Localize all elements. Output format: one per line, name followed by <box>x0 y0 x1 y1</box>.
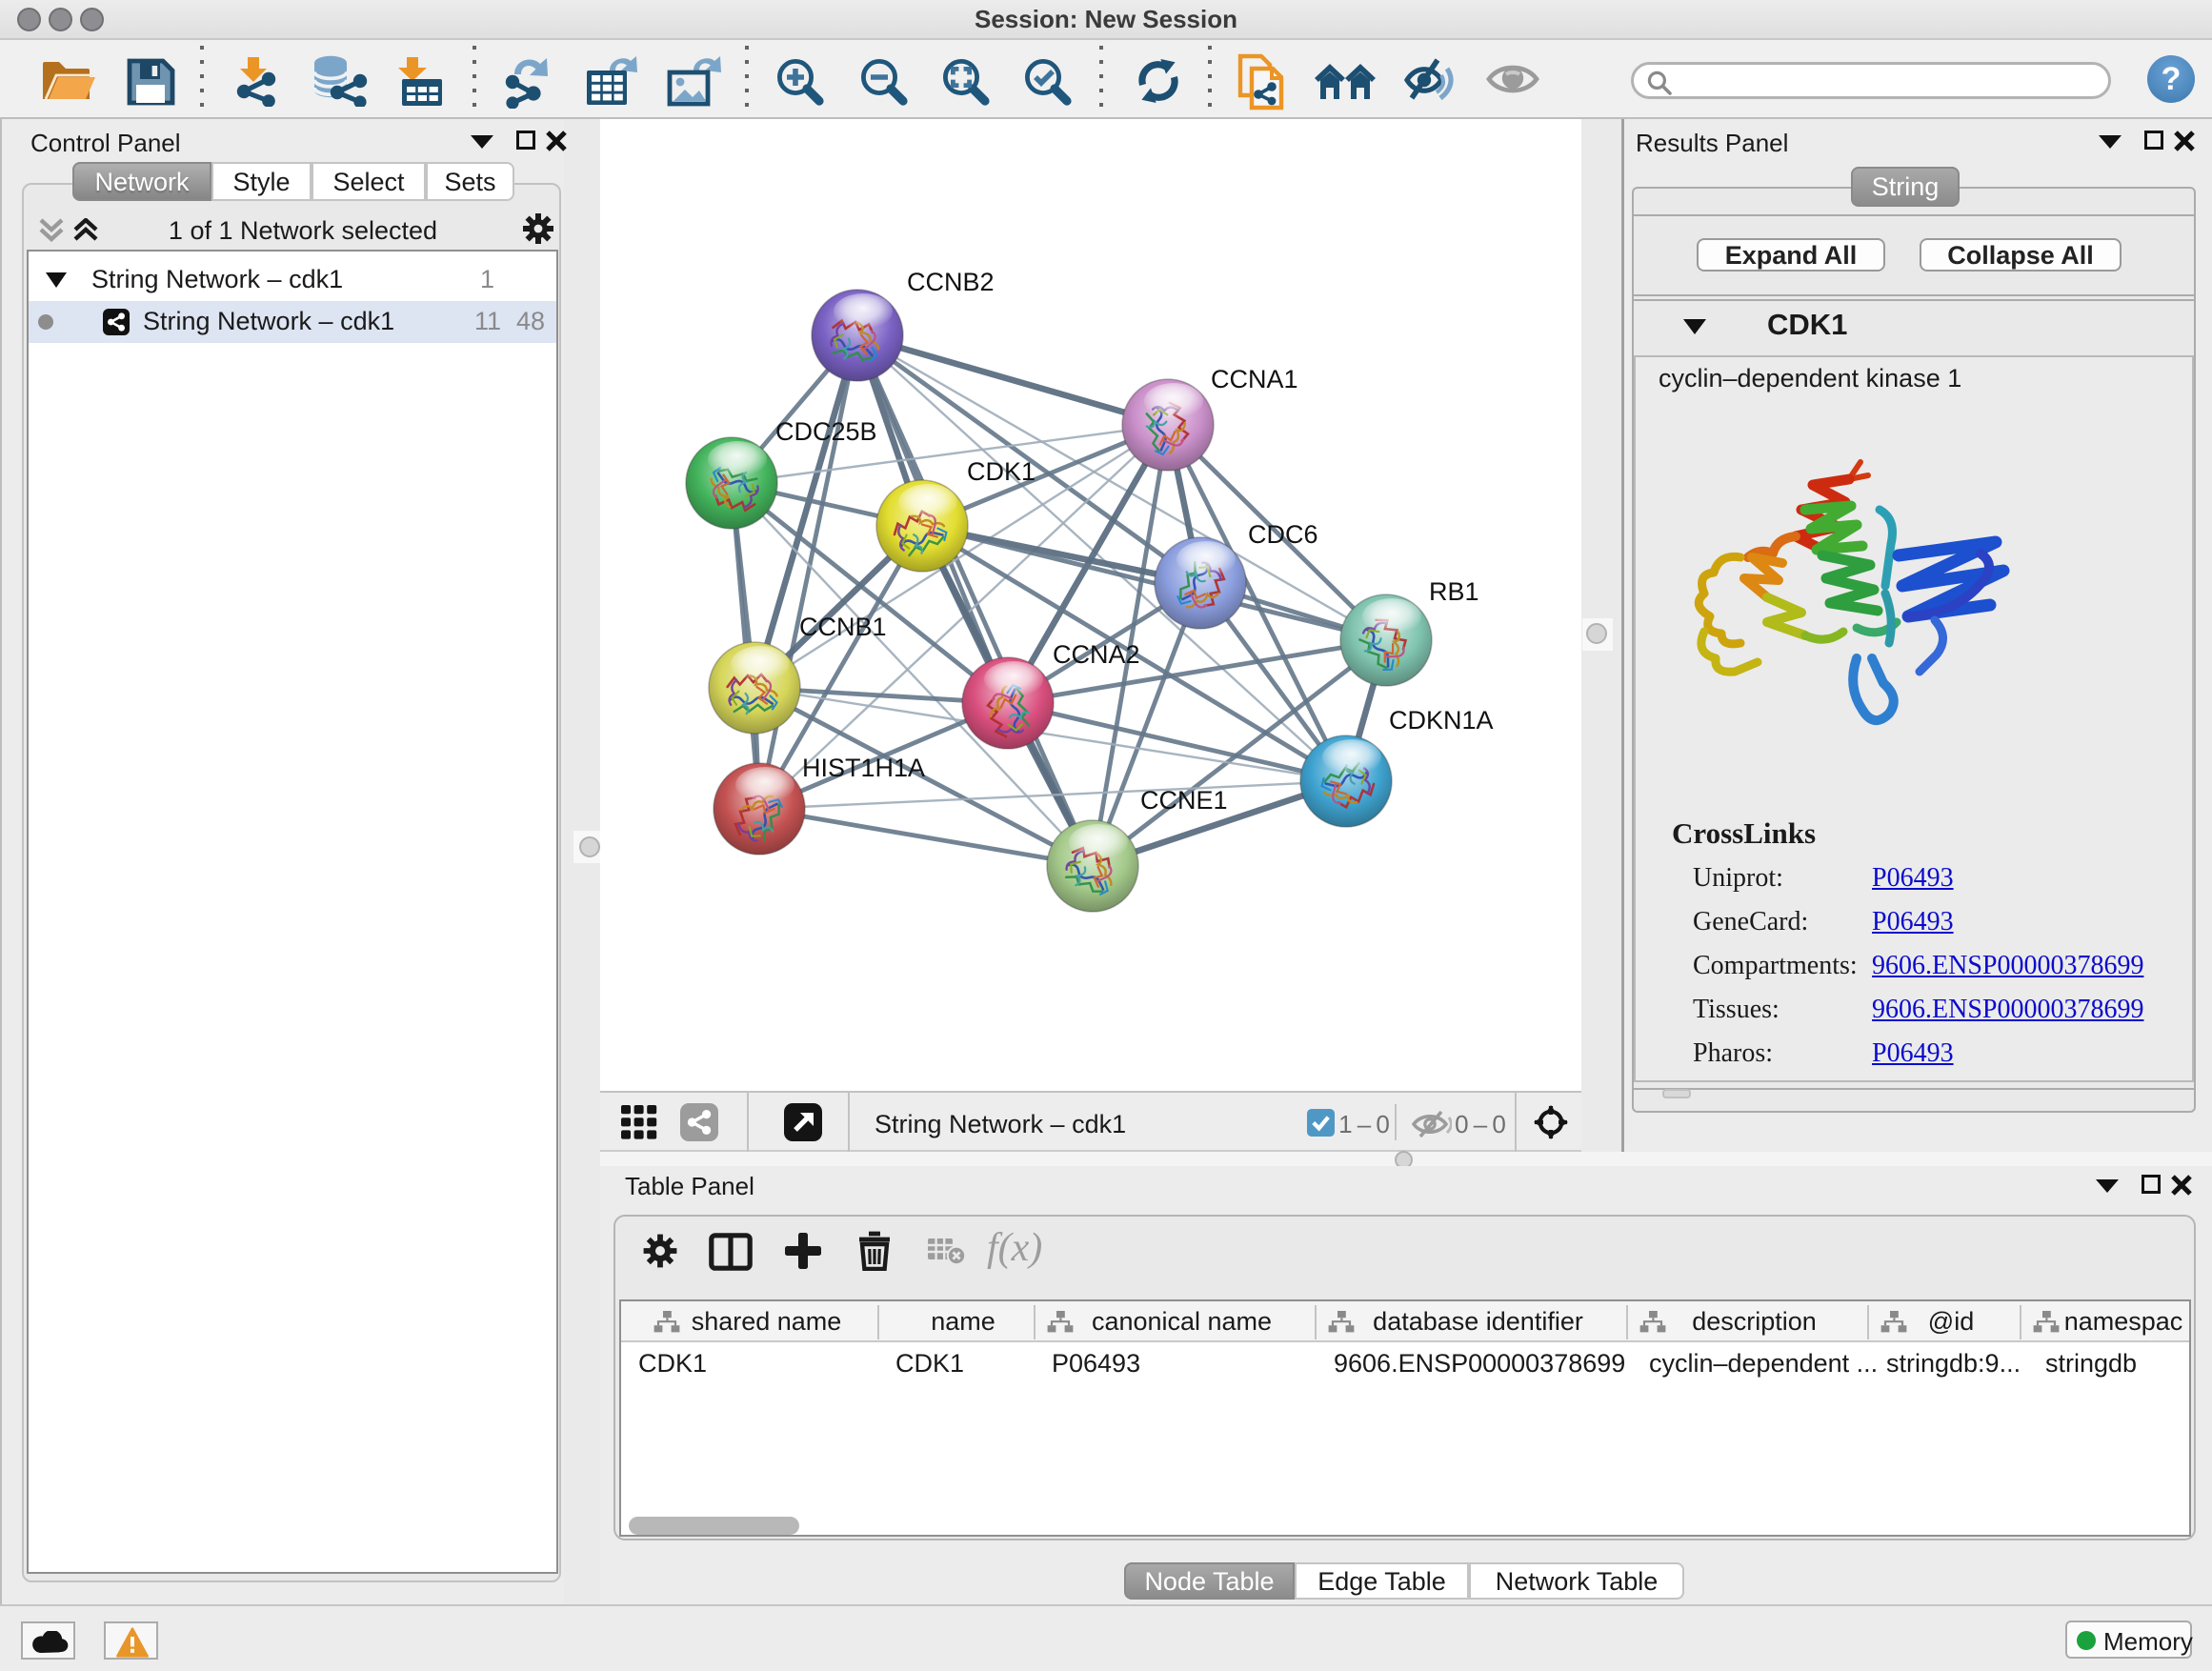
svg-text:HIST1H1A: HIST1H1A <box>802 754 925 782</box>
svg-text:CCNB1: CCNB1 <box>799 613 887 641</box>
svg-text:CCNE1: CCNE1 <box>1140 786 1228 815</box>
svg-text:CCNB2: CCNB2 <box>907 268 995 296</box>
svg-text:RB1: RB1 <box>1429 577 1479 606</box>
svg-text:CDC6: CDC6 <box>1248 520 1318 549</box>
svg-text:CCNA1: CCNA1 <box>1211 365 1298 393</box>
svg-text:CDK1: CDK1 <box>967 457 1036 486</box>
svg-text:CDC25B: CDC25B <box>775 417 877 446</box>
svg-text:CCNA2: CCNA2 <box>1053 640 1140 669</box>
svg-text:CDKN1A: CDKN1A <box>1389 706 1494 735</box>
